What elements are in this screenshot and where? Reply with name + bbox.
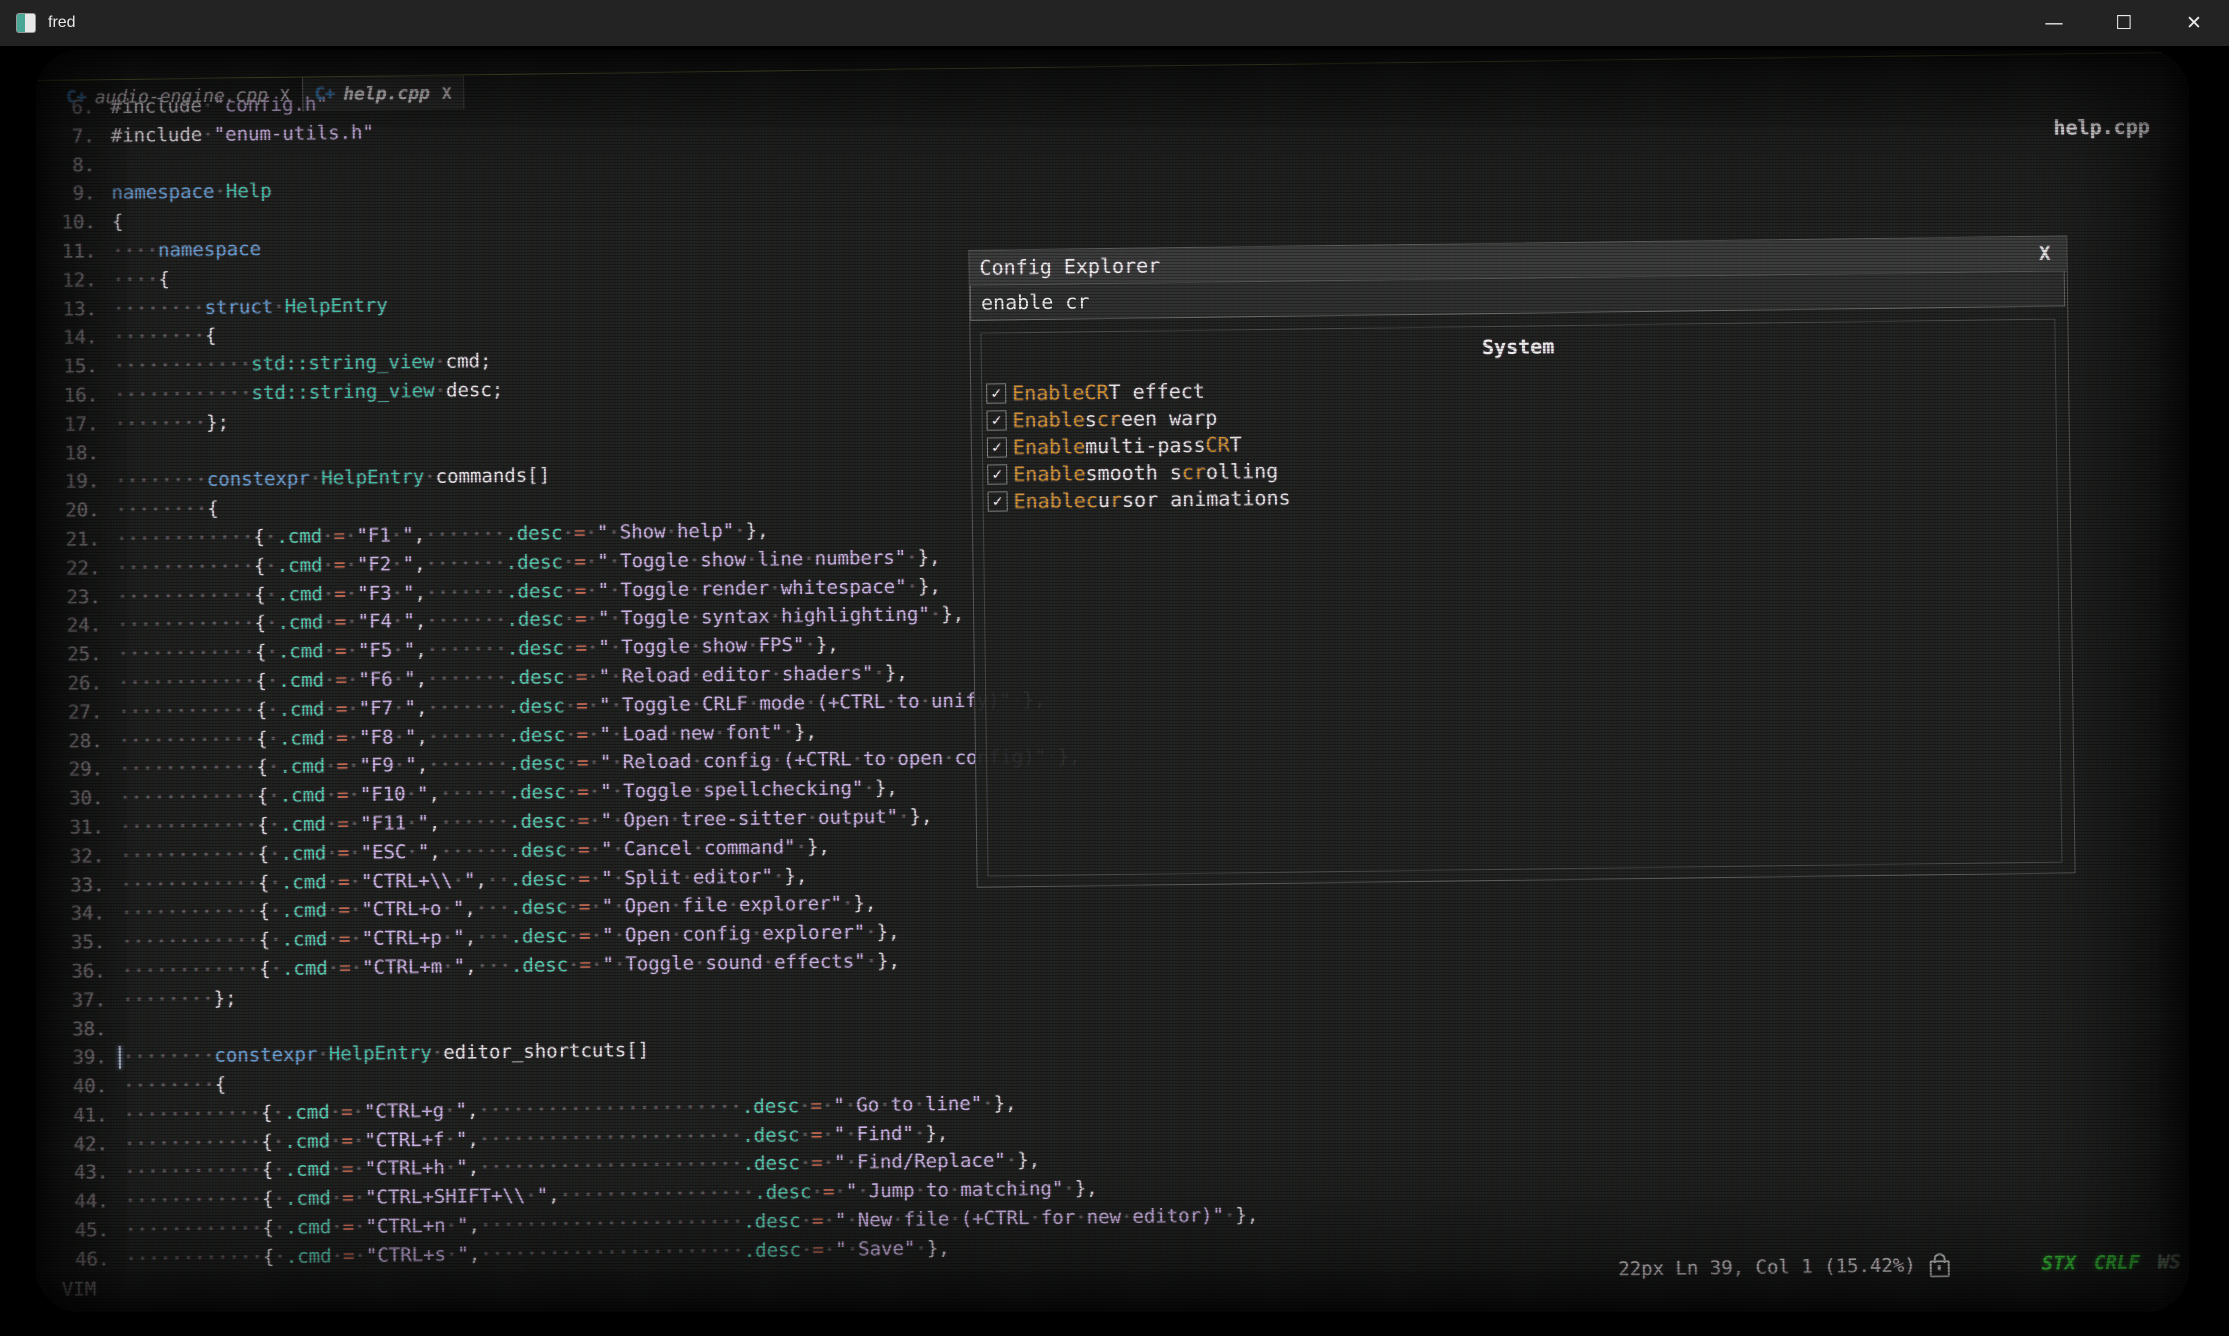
checkbox-checked-icon[interactable]: ✓	[988, 491, 1008, 511]
tab-close-icon[interactable]: X	[280, 85, 290, 104]
editor-surface: C+audio-engine.cppXC+help.cppX help.cpp …	[36, 50, 2189, 1312]
line-number: 25.	[36, 640, 102, 670]
line-number: 12.	[36, 266, 97, 296]
line-number: 37.	[40, 986, 106, 1016]
tab-label: help.cpp	[343, 82, 430, 104]
line-number: 24.	[36, 612, 101, 642]
config-explorer-close-button[interactable]: X	[2039, 243, 2051, 265]
line-number: 39.	[41, 1043, 107, 1073]
cpp-file-icon: C+	[315, 84, 336, 104]
config-items: ✓Enable CRT effect✓Enable screen warp✓En…	[982, 366, 2057, 515]
line-number: 23.	[36, 583, 101, 613]
line-number: 46.	[43, 1245, 109, 1275]
config-explorer-title: Config Explorer	[979, 253, 1160, 279]
line-number: 7.	[36, 122, 95, 152]
checkbox-checked-icon[interactable]: ✓	[987, 437, 1007, 457]
checkbox-checked-icon[interactable]: ✓	[986, 410, 1006, 430]
tab-strip: C+ audio-engine.cpp X C+ help.cpp X	[54, 75, 465, 114]
line-number: 29.	[37, 756, 103, 786]
line-number: 18.	[36, 439, 99, 469]
line-number: 32.	[38, 842, 104, 872]
app-icon	[16, 13, 36, 33]
tab-audio-engine.cpp[interactable]: C+ audio-engine.cpp X	[54, 78, 302, 115]
line-number: 28.	[37, 727, 103, 757]
minimize-button[interactable]: —	[2019, 0, 2089, 46]
close-button[interactable]: ✕	[2159, 0, 2229, 46]
line-number: 9.	[36, 180, 96, 210]
line-number: 14.	[36, 324, 98, 354]
window-title: fred	[48, 14, 76, 32]
line-number: 42.	[42, 1130, 108, 1160]
line-number: 22.	[36, 554, 101, 584]
line-number: 30.	[37, 784, 103, 814]
tab-help.cpp[interactable]: C+ help.cpp X	[302, 75, 465, 111]
line-number: 38.	[40, 1015, 106, 1045]
config-results-list: System ✓Enable CRT effect✓Enable screen …	[980, 319, 2062, 877]
line-number: 13.	[36, 295, 97, 325]
line-number: 34.	[39, 900, 105, 930]
line-number: 36.	[40, 957, 106, 987]
status-flags: STX CRLF WS	[2024, 1251, 2181, 1275]
window-controls: — ☐ ✕	[2019, 0, 2229, 46]
line-number: 10.	[36, 208, 96, 238]
line-number: 43.	[42, 1159, 108, 1189]
lock-icon	[1930, 1260, 1950, 1277]
line-number: 11.	[36, 237, 96, 267]
status-flag-WS: WS	[2158, 1251, 2181, 1273]
window-titlebar: fred — ☐ ✕	[0, 0, 2229, 46]
maximize-button[interactable]: ☐	[2089, 0, 2159, 46]
line-number: 45.	[43, 1216, 109, 1246]
line-number: 31.	[38, 813, 104, 843]
line-number: 33.	[38, 871, 104, 901]
status-right: 22px Ln 39, Col 1 (15.42%) STX CRLF WS	[1618, 1250, 2189, 1281]
current-filename-label: help.cpp	[2053, 114, 2150, 139]
line-number: 44.	[43, 1187, 109, 1217]
checkbox-checked-icon[interactable]: ✓	[986, 383, 1006, 403]
text-cursor	[119, 1046, 121, 1069]
line-number: 41.	[41, 1101, 107, 1131]
line-number: 27.	[36, 698, 102, 728]
status-flag-STX: STX	[2042, 1252, 2077, 1274]
cursor-position-label: 22px Ln 39, Col 1 (15.42%)	[1618, 1255, 1916, 1281]
line-number: 15.	[36, 352, 98, 382]
line-number: 16.	[36, 381, 98, 411]
checkbox-checked-icon[interactable]: ✓	[987, 464, 1007, 484]
tab-close-icon[interactable]: X	[442, 83, 452, 102]
line-number: 17.	[36, 410, 99, 440]
status-flag-CRLF: CRLF	[2094, 1252, 2140, 1275]
line-number: 20.	[36, 496, 100, 526]
tab-label: audio-engine.cpp	[95, 85, 269, 108]
line-number: 19.	[36, 468, 99, 498]
config-explorer-panel: Config Explorer X System ✓Enable CRT eff…	[968, 235, 2075, 887]
crt-screen: C+audio-engine.cppXC+help.cppX help.cpp …	[36, 50, 2189, 1312]
line-number: 8.	[36, 151, 95, 181]
line-number: 35.	[39, 928, 105, 958]
editor-mode-label: VIM	[62, 1278, 97, 1300]
line-number: 21.	[36, 525, 100, 555]
line-number: 26.	[36, 669, 102, 699]
line-number: 40.	[41, 1072, 107, 1102]
config-section-heading: System	[982, 328, 2055, 366]
cpp-file-icon: C+	[66, 87, 87, 107]
